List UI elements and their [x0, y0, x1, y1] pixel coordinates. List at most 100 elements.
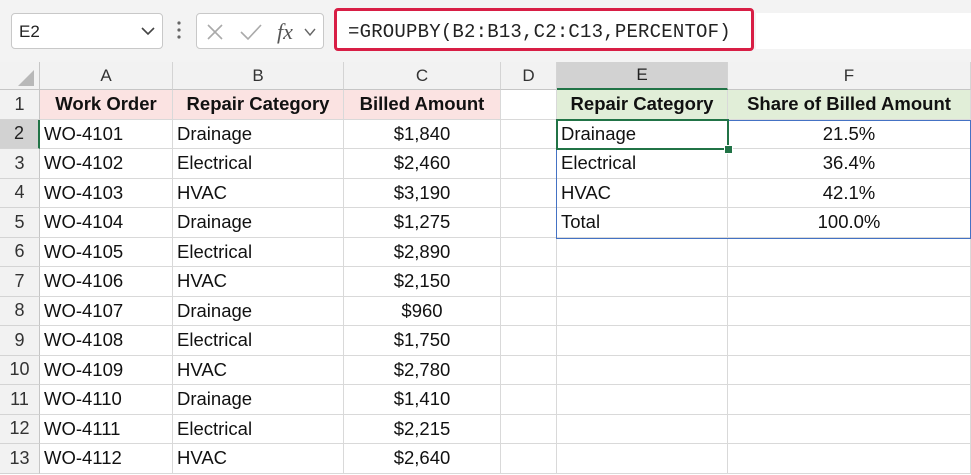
row-header-10[interactable]: 10 [0, 355, 40, 385]
cell-d7[interactable] [501, 267, 557, 297]
insert-function-icon[interactable]: fx [277, 19, 293, 45]
cell-d11[interactable] [501, 385, 557, 415]
row-header-4[interactable]: 4 [0, 178, 40, 208]
enter-check-icon[interactable] [239, 14, 263, 50]
cell-a6[interactable]: WO-4105 [40, 237, 173, 267]
cell-a7[interactable]: WO-4106 [40, 267, 173, 297]
cell-f13[interactable] [728, 444, 971, 474]
cell-f2[interactable]: 21.5% [728, 119, 971, 149]
formula-bar-extension[interactable] [756, 13, 971, 49]
row-header-7[interactable]: 7 [0, 267, 40, 297]
cell-d5[interactable] [501, 208, 557, 238]
cancel-icon[interactable] [205, 14, 225, 50]
column-header-d[interactable]: D [501, 62, 557, 90]
cell-b1[interactable]: Repair Category [173, 90, 344, 120]
cell-e10[interactable] [557, 355, 728, 385]
cell-f9[interactable] [728, 326, 971, 356]
row-header-5[interactable]: 5 [0, 208, 40, 238]
cell-f8[interactable] [728, 296, 971, 326]
cell-b5[interactable]: Drainage [173, 208, 344, 238]
column-header-e[interactable]: E [557, 62, 728, 90]
select-all-corner[interactable] [0, 62, 40, 90]
cell-f1[interactable]: Share of Billed Amount [728, 90, 971, 120]
row-header-6[interactable]: 6 [0, 237, 40, 267]
cell-c8[interactable]: $960 [344, 296, 501, 326]
cell-a11[interactable]: WO-4110 [40, 385, 173, 415]
cell-a10[interactable]: WO-4109 [40, 355, 173, 385]
cell-d3[interactable] [501, 149, 557, 179]
cell-d13[interactable] [501, 444, 557, 474]
cell-b4[interactable]: HVAC [173, 178, 344, 208]
cell-d9[interactable] [501, 326, 557, 356]
cell-e11[interactable] [557, 385, 728, 415]
column-header-c[interactable]: C [344, 62, 501, 90]
cell-c7[interactable]: $2,150 [344, 267, 501, 297]
row-header-2[interactable]: 2 [0, 119, 40, 149]
cell-c1[interactable]: Billed Amount [344, 90, 501, 120]
cell-f11[interactable] [728, 385, 971, 415]
cell-e3[interactable]: Electrical [557, 149, 728, 179]
cell-e8[interactable] [557, 296, 728, 326]
cell-d4[interactable] [501, 178, 557, 208]
cell-b11[interactable]: Drainage [173, 385, 344, 415]
cell-e9[interactable] [557, 326, 728, 356]
cell-c6[interactable]: $2,890 [344, 237, 501, 267]
cell-b6[interactable]: Electrical [173, 237, 344, 267]
cell-d1[interactable] [501, 90, 557, 120]
cell-a2[interactable]: WO-4101 [40, 119, 173, 149]
cell-d8[interactable] [501, 296, 557, 326]
cell-f10[interactable] [728, 355, 971, 385]
cell-a9[interactable]: WO-4108 [40, 326, 173, 356]
fx-chevron-icon[interactable] [303, 14, 317, 50]
row-header-9[interactable]: 9 [0, 326, 40, 356]
cell-b9[interactable]: Electrical [173, 326, 344, 356]
cell-d6[interactable] [501, 237, 557, 267]
cell-a12[interactable]: WO-4111 [40, 414, 173, 444]
cell-d10[interactable] [501, 355, 557, 385]
column-header-b[interactable]: B [173, 62, 344, 90]
cell-e4[interactable]: HVAC [557, 178, 728, 208]
cell-c9[interactable]: $1,750 [344, 326, 501, 356]
row-header-3[interactable]: 3 [0, 149, 40, 179]
cell-c10[interactable]: $2,780 [344, 355, 501, 385]
cell-c5[interactable]: $1,275 [344, 208, 501, 238]
cell-e12[interactable] [557, 414, 728, 444]
cell-a13[interactable]: WO-4112 [40, 444, 173, 474]
column-header-f[interactable]: F [728, 62, 971, 90]
cell-b13[interactable]: HVAC [173, 444, 344, 474]
cell-a8[interactable]: WO-4107 [40, 296, 173, 326]
cell-f5[interactable]: 100.0% [728, 208, 971, 238]
row-header-8[interactable]: 8 [0, 296, 40, 326]
formula-input[interactable]: =GROUPBY(B2:B13,C2:C13,PERCENTOF) [334, 8, 754, 51]
name-box[interactable]: E2 [11, 13, 163, 49]
cell-a5[interactable]: WO-4104 [40, 208, 173, 238]
cell-e2[interactable]: Drainage [557, 119, 728, 149]
cell-b12[interactable]: Electrical [173, 414, 344, 444]
cell-d12[interactable] [501, 414, 557, 444]
cell-c3[interactable]: $2,460 [344, 149, 501, 179]
cell-a4[interactable]: WO-4103 [40, 178, 173, 208]
cell-b10[interactable]: HVAC [173, 355, 344, 385]
cell-f4[interactable]: 42.1% [728, 178, 971, 208]
chevron-down-icon[interactable] [140, 24, 156, 38]
cell-c13[interactable]: $2,640 [344, 444, 501, 474]
cell-e7[interactable] [557, 267, 728, 297]
cell-b7[interactable]: HVAC [173, 267, 344, 297]
more-options-icon[interactable] [176, 20, 182, 40]
row-header-13[interactable]: 13 [0, 444, 40, 474]
cell-c11[interactable]: $1,410 [344, 385, 501, 415]
cell-e6[interactable] [557, 237, 728, 267]
cell-f12[interactable] [728, 414, 971, 444]
column-header-a[interactable]: A [40, 62, 173, 90]
row-header-12[interactable]: 12 [0, 414, 40, 444]
row-header-11[interactable]: 11 [0, 385, 40, 415]
cell-b2[interactable]: Drainage [173, 119, 344, 149]
row-header-1[interactable]: 1 [0, 90, 40, 120]
cell-e13[interactable] [557, 444, 728, 474]
cell-f7[interactable] [728, 267, 971, 297]
cell-c12[interactable]: $2,215 [344, 414, 501, 444]
cell-e1[interactable]: Repair Category [557, 90, 728, 120]
cell-f3[interactable]: 36.4% [728, 149, 971, 179]
cell-b3[interactable]: Electrical [173, 149, 344, 179]
cell-e5[interactable]: Total [557, 208, 728, 238]
